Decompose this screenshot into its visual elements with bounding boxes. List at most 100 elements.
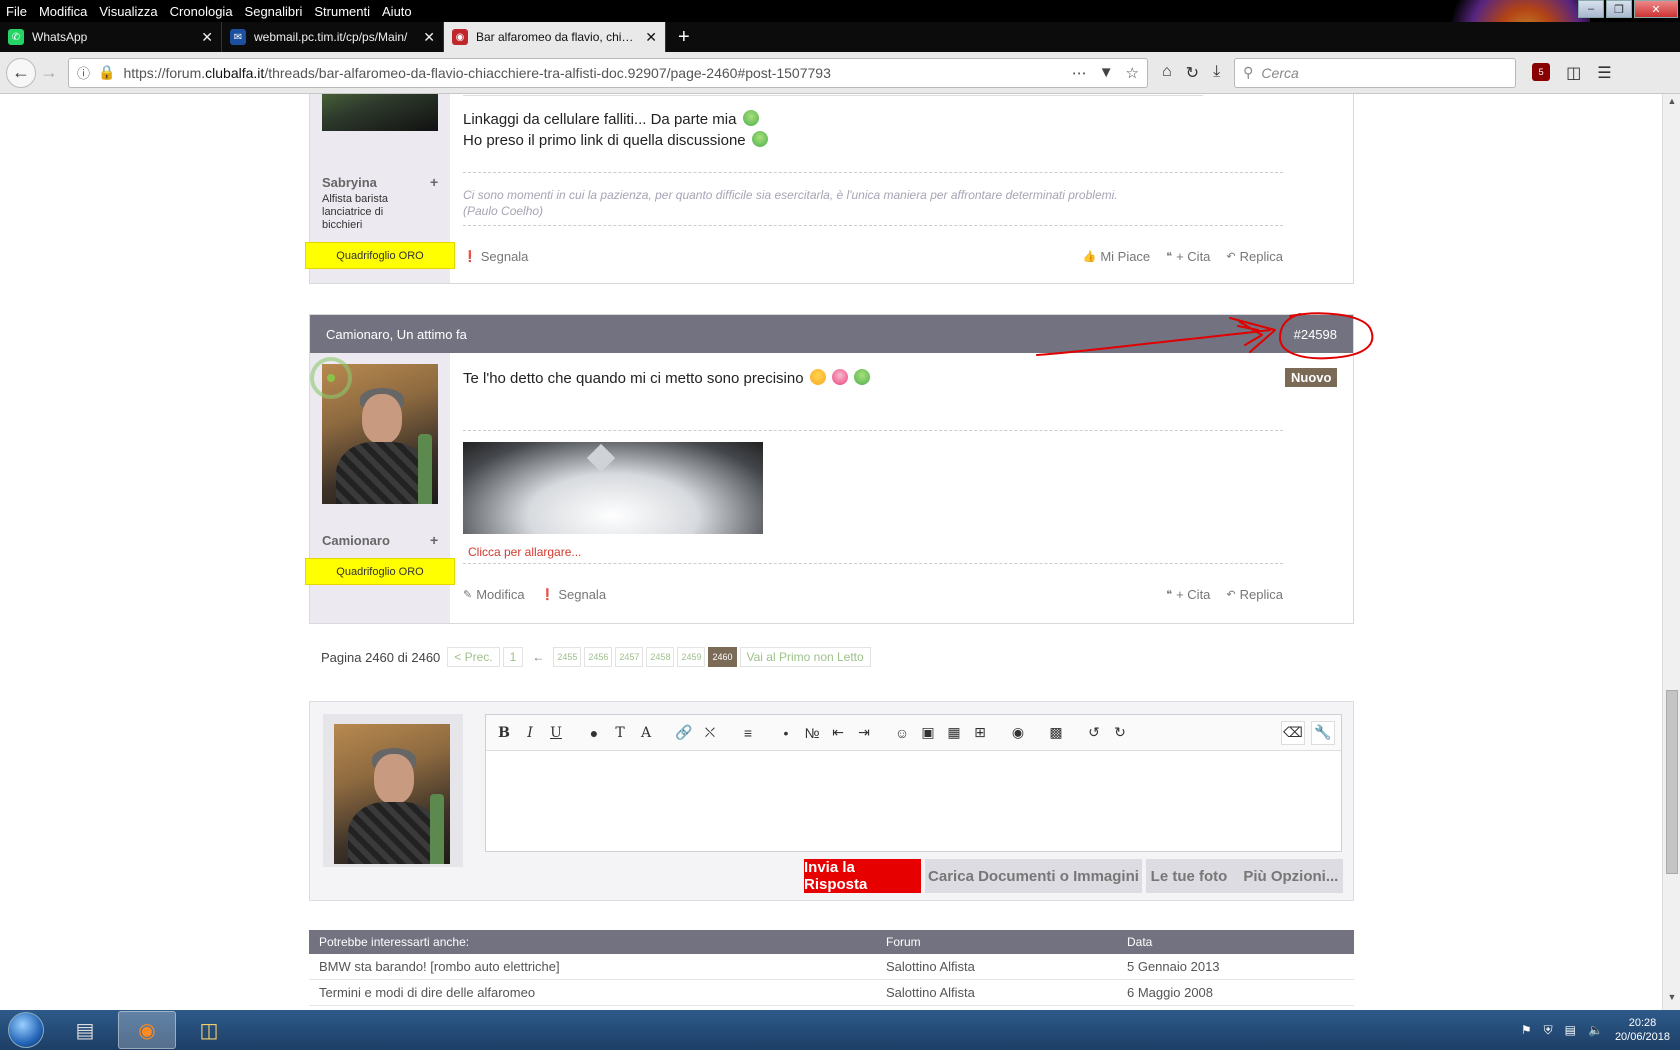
network-icon[interactable]: ▤ [1565,1023,1576,1037]
avatar[interactable] [322,94,438,131]
reload-icon[interactable]: ↻ [1186,63,1199,83]
first-unread-link[interactable]: Vai al Primo non Letto [739,647,871,667]
insert-icon[interactable]: ⊞ [968,721,992,745]
menu-strumenti[interactable]: Strumenti [308,4,376,19]
new-tab-button[interactable]: + [666,22,702,52]
page-link[interactable]: 2459 [677,647,706,667]
close-tab-icon[interactable]: ✕ [201,29,213,46]
info-icon[interactable]: ⓘ [77,63,90,82]
prev-page-link[interactable]: < Prec. [447,647,500,667]
related-thread-link[interactable]: BMW sta barando! [rombo auto elettriche] [309,959,886,974]
restore-button[interactable]: ❐ [1606,0,1632,18]
hamburger-menu-icon[interactable]: ☰ [1597,63,1611,83]
report-button[interactable]: ❗ Segnala [463,249,528,264]
reply-textarea[interactable] [486,751,1341,851]
edit-button[interactable]: ✎ Modifica [463,587,525,602]
attachment-image[interactable] [463,442,763,534]
bold-icon[interactable]: B [492,721,516,745]
photos-button[interactable]: Le tue foto [1151,868,1228,885]
taskbar-app-scanner[interactable]: ▤ [56,1011,114,1049]
link-icon[interactable]: 🔗 [672,721,696,745]
save-draft-icon[interactable]: ▩ [1044,721,1068,745]
download-icon[interactable]: ⤓ [1213,63,1220,83]
ublock-icon[interactable]: 5 [1532,62,1551,81]
quote-button[interactable]: ❝ + Cita [1166,587,1210,602]
unlink-icon[interactable]: ⛌ [698,721,722,745]
back-button[interactable]: ← [6,57,36,88]
related-thread-link[interactable]: Termini e modi di dire delle alfaromeo [309,985,886,1000]
username[interactable]: Camionaro [322,533,390,548]
menu-modifica[interactable]: Modifica [33,4,93,19]
post-permalink[interactable]: #24598 [1294,327,1337,342]
bookmark-star-icon[interactable]: ☆ [1126,64,1139,82]
menu-file[interactable]: File [0,4,33,19]
numbered-list-icon[interactable]: № [800,721,824,745]
eraser-icon[interactable]: ⌫ [1281,720,1305,745]
font-size-icon[interactable]: T [608,721,632,745]
tab-webmail[interactable]: ✉ webmail.pc.tim.it/cp/ps/Main/ ✕ [222,22,444,52]
url-text[interactable]: https://forum.clubalfa.it/threads/bar-al… [123,65,1063,81]
page-actions-icon[interactable]: ⋯ [1072,64,1087,82]
page-scrollbar[interactable]: ▲ ▼ [1662,94,1680,1010]
smiley-icon[interactable]: ☺ [890,721,914,745]
scroll-up-icon[interactable]: ▲ [1663,96,1680,112]
related-forum-link[interactable]: Salottino Alfista [886,985,1127,1000]
report-button[interactable]: ❗ Segnala [541,587,606,602]
url-bar[interactable]: ⓘ 🔒 https://forum.clubalfa.it/threads/ba… [68,57,1148,88]
redo-icon[interactable]: ↻ [1108,721,1132,745]
clock[interactable]: 20:28 20/06/2018 [1615,1016,1670,1044]
flag-icon[interactable]: ⚑ [1521,1023,1532,1037]
home-icon[interactable]: ⌂ [1162,63,1172,83]
avatar[interactable] [334,724,450,864]
camera-icon[interactable]: ◉ [1006,721,1030,745]
submit-reply-button[interactable]: Invia la Risposta [804,859,921,893]
scroll-down-icon[interactable]: ▼ [1663,992,1680,1008]
image-icon[interactable]: ▣ [916,721,940,745]
close-tab-icon[interactable]: ✕ [423,29,435,46]
search-input[interactable]: ⚲ Cerca [1234,57,1517,88]
menu-visualizza[interactable]: Visualizza [93,4,163,19]
upload-button[interactable]: Carica Documenti o Immagini [925,859,1142,893]
scrollbar-thumb[interactable] [1666,690,1678,874]
page-link[interactable]: 2457 [615,647,644,667]
menu-cronologia[interactable]: Cronologia [164,4,239,19]
user-plus-icon[interactable]: + [430,532,438,548]
username[interactable]: Sabryina [322,175,377,190]
align-icon[interactable]: ≡ [736,721,760,745]
security-icon[interactable]: ⛨ [1544,1023,1553,1038]
indent-icon[interactable]: ⇥ [852,721,876,745]
tab-clubalfa[interactable]: ◉ Bar alfaromeo da flavio, chiacc ✕ [444,22,666,52]
taskbar-app-explorer[interactable]: ◫ [180,1011,238,1049]
user-plus-icon[interactable]: + [430,174,438,190]
media-icon[interactable]: ▦ [942,721,966,745]
close-tab-icon[interactable]: ✕ [645,29,657,46]
minimize-button[interactable]: – [1578,0,1604,18]
more-options-button[interactable]: Più Opzioni... [1243,868,1338,885]
menu-aiuto[interactable]: Aiuto [376,4,418,19]
page-link[interactable]: 1 [502,647,524,667]
page-link[interactable]: 2455 [553,647,582,667]
underline-icon[interactable]: U [544,721,568,745]
related-forum-link[interactable]: Salottino Alfista [886,959,1127,974]
reply-button[interactable]: ↶ Replica [1226,587,1283,602]
reply-button[interactable]: ↶ Replica [1226,249,1283,264]
enlarge-link[interactable]: Clicca per allargare... [468,545,581,559]
outdent-icon[interactable]: ⇤ [826,721,850,745]
like-button[interactable]: 👍 Mi Piace [1083,249,1151,264]
sidebar-icon[interactable]: ◫ [1566,63,1581,83]
undo-icon[interactable]: ↺ [1082,721,1106,745]
page-link[interactable]: 2458 [646,647,675,667]
volume-muted-icon[interactable]: 🔈 [1588,1023,1603,1037]
font-family-icon[interactable]: A [634,721,658,745]
taskbar-app-firefox[interactable]: ◉ [118,1011,176,1049]
wrench-icon[interactable]: 🔧 [1311,720,1335,745]
quote-button[interactable]: ❝ + Cita [1166,249,1210,264]
tab-whatsapp[interactable]: ✆ WhatsApp ✕ [0,22,222,52]
close-window-button[interactable]: ✕ [1634,0,1678,18]
pocket-icon[interactable]: ▼ [1099,64,1114,82]
bullet-list-icon[interactable]: • [774,721,798,745]
forward-button[interactable]: → [36,60,62,86]
italic-icon[interactable]: I [518,721,542,745]
menu-segnalibri[interactable]: Segnalibri [239,4,309,19]
start-button[interactable] [0,1010,52,1050]
